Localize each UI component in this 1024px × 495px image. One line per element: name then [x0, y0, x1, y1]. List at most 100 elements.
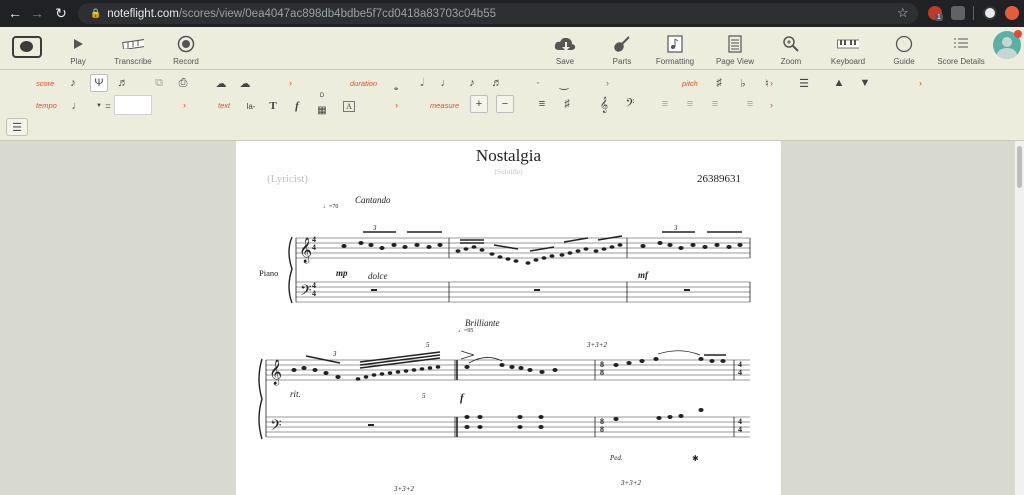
score-more-arrow[interactable]: ›	[289, 78, 292, 88]
keyboard-button[interactable]: Keyboard	[826, 27, 870, 70]
pedal-release-icon[interactable]: ✱	[692, 454, 699, 463]
add-measure-icon[interactable]: +	[470, 95, 488, 113]
score-page[interactable]: Nostalgia (Subtitle) (Lyricist) 26389631…	[236, 141, 781, 495]
guide-button[interactable]: Guide	[889, 27, 919, 70]
menu-icon[interactable]: ☰	[6, 118, 28, 136]
remove-measure-icon[interactable]: −	[496, 95, 514, 113]
expression-rit[interactable]: rit.	[290, 389, 301, 399]
transcribe-button[interactable]: Transcribe	[112, 27, 154, 70]
record-button[interactable]: Record	[170, 27, 202, 70]
whole-rest	[368, 424, 374, 426]
pitch-extra-arrow[interactable]: ›	[919, 78, 922, 88]
reload-icon[interactable]: ↻	[51, 5, 71, 22]
bass-clef-icon[interactable]: 𝄢	[621, 95, 639, 113]
system-2-notes	[291, 357, 726, 429]
profile-icon[interactable]	[983, 6, 997, 20]
whole-note-icon[interactable]: 𝅝	[387, 78, 405, 96]
pitch-more-arrow[interactable]: ›	[770, 78, 773, 88]
accent-mark	[460, 354, 475, 360]
tuning-fork-icon[interactable]: Ψ	[90, 74, 108, 92]
quarter-note-icon[interactable]: ♩	[437, 74, 455, 92]
system-1-brace	[288, 236, 293, 304]
expression-brilliante[interactable]: Brilliante	[465, 318, 500, 328]
ending-barline-icon[interactable]: ≡	[741, 95, 759, 113]
eighth-note-icon[interactable]: ♪	[463, 74, 481, 92]
note-box-icon[interactable]: ♬	[114, 74, 132, 92]
time-signature-icon[interactable]: ≡	[533, 95, 551, 113]
instrument-label[interactable]: Piano	[259, 268, 278, 278]
scrollbar[interactable]	[1015, 141, 1024, 495]
text-more-arrow[interactable]: ›	[395, 100, 398, 110]
tempo-note-icon[interactable]: ♩	[68, 97, 86, 115]
zoom-button[interactable]: Zoom	[775, 27, 807, 70]
dot-icon[interactable]: ·	[529, 74, 547, 92]
guitar-icon	[611, 34, 633, 54]
barline-icon[interactable]: ≡	[656, 95, 674, 113]
pitch-up-icon[interactable]: ▲	[830, 74, 848, 92]
whole-rest	[371, 289, 377, 291]
formatting-button[interactable]: Formatting	[653, 27, 697, 70]
boxed-text-tool[interactable]: A	[340, 97, 358, 115]
tempo-marking-2[interactable]: ♩=95	[458, 328, 473, 334]
repeat-barline-icon[interactable]: ≡	[706, 95, 724, 113]
lock-icon: 🔒	[90, 8, 102, 18]
dynamic-tool[interactable]: f	[288, 97, 306, 115]
half-note-icon[interactable]: 𝅗𝅥	[413, 74, 431, 92]
tie-icon[interactable]: ‿	[555, 74, 573, 92]
page-view-button[interactable]: Page View	[713, 27, 757, 70]
cloud-upload-icon[interactable]: ☁	[212, 74, 230, 92]
pedal-marking[interactable]: Ped.	[610, 454, 623, 462]
noteflight-logo-icon[interactable]	[12, 36, 42, 58]
expression-dolce[interactable]: dolce	[368, 271, 388, 281]
text-tool[interactable]: T	[264, 97, 282, 115]
print-icon[interactable]: ⎙	[174, 74, 192, 92]
guitar-icon[interactable]: ♪	[64, 74, 82, 92]
extension-icon[interactable]	[951, 6, 965, 20]
pitch-down-icon[interactable]: ▼	[856, 74, 874, 92]
treble-clef: 𝄞	[299, 237, 312, 263]
dynamic-f[interactable]: f	[460, 392, 464, 404]
sharp-icon[interactable]: ♯	[710, 74, 728, 92]
staff-notes-icon[interactable]: ☰	[795, 74, 813, 92]
tempo-more-arrow[interactable]: ›	[183, 100, 186, 110]
key-signature-icon[interactable]: ♯	[558, 95, 576, 113]
natural-icon[interactable]: ♮	[758, 74, 776, 92]
measure-more-arrow[interactable]: ›	[770, 100, 773, 110]
lyric-tool[interactable]: la-	[242, 97, 260, 115]
keyboard-transcribe-icon	[122, 34, 144, 54]
duration-more-arrow[interactable]: ›	[606, 78, 609, 88]
tempo-marking-1[interactable]: ♩=70	[323, 204, 338, 210]
treble-clef: 𝄞	[269, 359, 282, 385]
parts-button[interactable]: Parts	[607, 27, 637, 70]
flat-icon[interactable]: ♭	[734, 74, 752, 92]
play-icon	[67, 34, 89, 54]
url-path: /scores/view/0ea4047ac898db4bdbe5f7cd041…	[178, 7, 496, 20]
palette-label-score: score	[36, 79, 55, 88]
record-icon	[175, 34, 197, 54]
tempo-input[interactable]	[114, 95, 152, 115]
save-button[interactable]: Save	[550, 27, 580, 70]
score-details-button[interactable]: Score Details	[934, 27, 988, 70]
forward-arrow-icon[interactable]: →	[27, 5, 47, 21]
bookmark-star-icon[interactable]: ☆	[897, 5, 909, 21]
cloud-download-icon[interactable]: ☁	[236, 74, 254, 92]
play-button[interactable]: Play	[63, 27, 93, 70]
system-2-bass-staff	[266, 416, 750, 438]
double-barline-icon[interactable]: ≡	[681, 95, 699, 113]
update-icon[interactable]	[1005, 6, 1019, 20]
sixteenth-note-icon[interactable]: ♬	[488, 74, 506, 92]
expression-cantando[interactable]: Cantando	[355, 195, 391, 205]
dynamic-mp[interactable]: mp	[336, 268, 348, 278]
whole-rest	[534, 289, 540, 291]
divider	[973, 6, 974, 20]
formatting-icon	[664, 34, 686, 54]
copy-icon[interactable]: ⧉	[150, 74, 168, 92]
whole-rest	[684, 289, 690, 291]
dynamic-mf[interactable]: mf	[638, 270, 648, 280]
scrollbar-thumb[interactable]	[1017, 146, 1022, 188]
back-arrow-icon[interactable]: ←	[5, 5, 25, 21]
address-bar[interactable]: 🔒 noteflight.com /scores/view/0ea4047ac8…	[78, 3, 918, 24]
score-notation[interactable]: 𝄞 𝄢 𝄞 𝄢	[236, 141, 781, 495]
treble-clef-icon[interactable]: 𝄞	[595, 95, 613, 113]
time-signature-1-bass: 44	[312, 281, 316, 298]
